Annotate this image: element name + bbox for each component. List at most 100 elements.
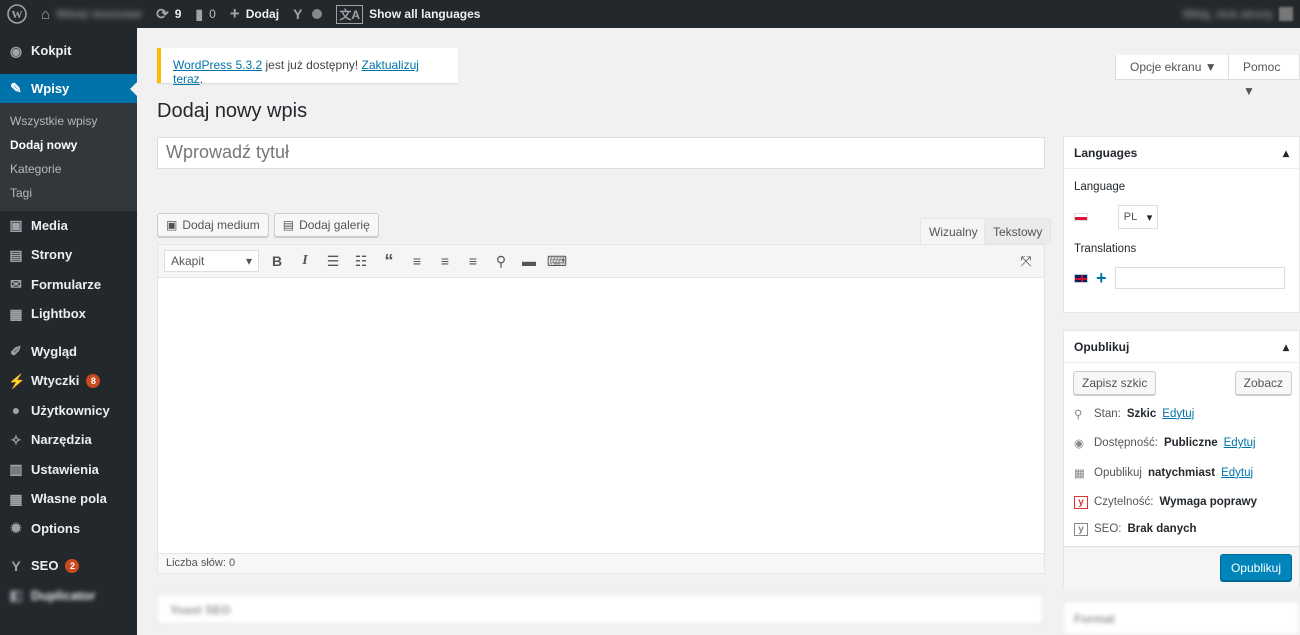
uk-flag-icon: [1074, 273, 1088, 283]
settings-icon: ▥: [9, 461, 23, 478]
sidebar-item-label: Formularze: [31, 276, 102, 292]
comments-link[interactable]: ▮ 0: [188, 0, 222, 28]
status-dot-icon: [312, 9, 323, 19]
sidebar-item-narzedzia[interactable]: ✧ Narzędzia: [0, 425, 137, 455]
blockquote-icon[interactable]: “: [375, 247, 403, 275]
updates-link[interactable]: ⟳ 9: [149, 0, 188, 28]
admin-sidebar: ◉ Kokpit ✎ Wpisy Wszystkie wpisy Dodaj now…: [0, 28, 137, 635]
link-icon[interactable]: ⚲: [487, 247, 515, 275]
lightbox-icon: ▦: [9, 305, 23, 322]
plugin-icon: ⚡: [8, 372, 26, 389]
sidebar-item-wpisy[interactable]: ✎ Wpisy: [0, 73, 137, 103]
format-box-title: Format: [1074, 612, 1115, 626]
bullet-list-icon[interactable]: ☰: [319, 247, 347, 275]
publish-footer: Opublikuj: [1064, 546, 1299, 588]
sidebar-item-seo[interactable]: Y SEO 2: [0, 551, 137, 581]
sidebar-item-wtyczki[interactable]: ⚡ Wtyczki 8: [0, 366, 137, 396]
dashboard-icon: ◉: [9, 42, 23, 59]
sidebar-item-strony[interactable]: ▤ Strony: [0, 240, 137, 270]
notice-end: .: [199, 72, 204, 86]
bold-icon[interactable]: B: [263, 247, 291, 275]
sidebar-item-lightbox[interactable]: ▦ Lightbox: [0, 299, 137, 329]
publish-header[interactable]: Opublikuj ▴: [1064, 331, 1299, 363]
site-menu[interactable]: ⌂ Wiedz terenowe: [34, 0, 149, 28]
user-icon: ●: [11, 402, 21, 419]
align-left-icon[interactable]: ≡: [403, 247, 431, 275]
sidebar-item-label: Ustawienia: [31, 461, 99, 477]
show-all-languages[interactable]: 文A Show all languages: [329, 0, 487, 28]
readability-label: Czytelność:: [1094, 496, 1154, 509]
my-account[interactable]: Witaj, nick.strony: [1175, 0, 1300, 28]
add-media-button[interactable]: ▣ Dodaj medium: [157, 213, 269, 237]
plugins-badge: 8: [86, 373, 101, 388]
format-select[interactable]: Akapit ▾: [164, 250, 259, 272]
italic-icon[interactable]: I: [291, 247, 319, 275]
sidebar-item-formularze[interactable]: ✉ Formularze: [0, 270, 137, 300]
edit-status-link[interactable]: Edytuj: [1162, 408, 1194, 420]
toolbar-toggle-icon[interactable]: ⌨: [543, 247, 571, 275]
add-gallery-label: Dodaj galerię: [299, 218, 370, 232]
page-icon: ▤: [9, 246, 23, 263]
posts-submenu: Wszystkie wpisy Dodaj nowy Kategorie Tag…: [0, 102, 137, 211]
collapse-arrow-icon[interactable]: ▴: [1283, 146, 1289, 160]
sidebar-item-label: Wtyczki: [31, 373, 80, 389]
yoast-adminbar[interactable]: Y: [286, 0, 329, 28]
publish-button[interactable]: Opublikuj: [1219, 554, 1292, 581]
yoast-seo-box[interactable]: Yoast SEO: [157, 594, 1043, 624]
format-box[interactable]: Format: [1063, 601, 1300, 635]
submenu-categories[interactable]: Kategorie: [0, 157, 137, 181]
post-title-input[interactable]: Wprowadź tytuł: [157, 137, 1045, 169]
read-more-icon[interactable]: ▬: [515, 247, 543, 275]
submenu-tags[interactable]: Tagi: [0, 181, 137, 205]
add-gallery-button[interactable]: ▤ Dodaj galerię: [273, 213, 379, 237]
help-button[interactable]: Pomoc ▼: [1228, 55, 1300, 98]
sidebar-item-kokpit[interactable]: ◉ Kokpit: [0, 36, 137, 66]
home-icon: ⌂: [41, 5, 51, 23]
align-right-icon[interactable]: ≡: [459, 247, 487, 275]
wp-logo-icon[interactable]: W: [0, 0, 34, 28]
add-translation-icon[interactable]: +: [1096, 268, 1107, 289]
content-editor[interactable]: Akapit ▾ B I ☰ ☷ “ ≡ ≡ ≡ ⚲ ▬ ⌨ ⤧ Liczba s…: [157, 244, 1045, 574]
align-center-icon[interactable]: ≡: [431, 247, 459, 275]
eye-icon: ◉: [1074, 438, 1085, 451]
languages-header[interactable]: Languages ▴: [1064, 137, 1299, 169]
dropdown-arrow-icon: ▾: [1146, 211, 1153, 224]
publish-box: Opublikuj ▴ Zapisz szkic Zobacz ⚲ Stan: Szk…: [1063, 330, 1300, 588]
sidebar-item-wlasne-pola[interactable]: ▦ Własne pola: [0, 484, 137, 514]
gear-icon: ✹: [10, 520, 22, 537]
sidebar-item-media[interactable]: ▣ Media: [0, 211, 137, 241]
wordpress-version-link[interactable]: WordPress 5.3.2: [173, 58, 262, 72]
format-value: Akapit: [171, 254, 205, 268]
seo-badge: 2: [65, 558, 80, 573]
submenu-all-posts[interactable]: Wszystkie wpisy: [0, 109, 137, 133]
sidebar-item-options[interactable]: ✹ Options: [0, 514, 137, 544]
save-draft-button[interactable]: Zapisz szkic: [1073, 371, 1157, 395]
calendar-icon: ▦: [1074, 467, 1085, 480]
sidebar-item-label: Wpisy: [31, 80, 70, 96]
sidebar-item-uzytkownicy[interactable]: ● Użytkownicy: [0, 396, 137, 426]
sidebar-item-wyglad[interactable]: ✐ Wygląd: [0, 337, 137, 367]
language-value: PL: [1123, 211, 1138, 223]
screen-options-button[interactable]: Opcje ekranu ▼: [1115, 55, 1232, 80]
sidebar-item-duplicator[interactable]: ◧ Duplicator: [0, 581, 137, 611]
language-select[interactable]: PL ▾: [1118, 205, 1158, 229]
new-content-link[interactable]: + Dodaj: [223, 0, 286, 28]
translation-input[interactable]: [1114, 267, 1285, 289]
collapse-arrow-icon[interactable]: ▴: [1283, 340, 1289, 354]
edit-visibility-link[interactable]: Edytuj: [1224, 437, 1256, 449]
tab-visual[interactable]: Wizualny: [920, 218, 987, 244]
status-row: ⚲ Stan: Szkic Edytuj: [1064, 399, 1299, 429]
tab-text[interactable]: Tekstowy: [984, 218, 1052, 244]
sidebar-item-label: Options: [31, 520, 81, 536]
gallery-icon: ▤: [282, 218, 295, 232]
visibility-label: Dostępność:: [1094, 437, 1158, 450]
editor-toolbar: Akapit ▾ B I ☰ ☷ “ ≡ ≡ ≡ ⚲ ▬ ⌨ ⤧: [158, 245, 1044, 278]
fullscreen-icon[interactable]: ⤧: [1012, 247, 1040, 275]
sidebar-item-ustawienia[interactable]: ▥ Ustawienia: [0, 455, 137, 485]
submenu-add-new[interactable]: Dodaj nowy: [0, 133, 137, 157]
sidebar-item-label: Wygląd: [31, 343, 77, 359]
numbered-list-icon[interactable]: ☷: [347, 247, 375, 275]
preview-button[interactable]: Zobacz: [1234, 371, 1292, 395]
pl-flag-icon: [1074, 213, 1088, 221]
edit-schedule-link[interactable]: Edytuj: [1221, 467, 1253, 479]
